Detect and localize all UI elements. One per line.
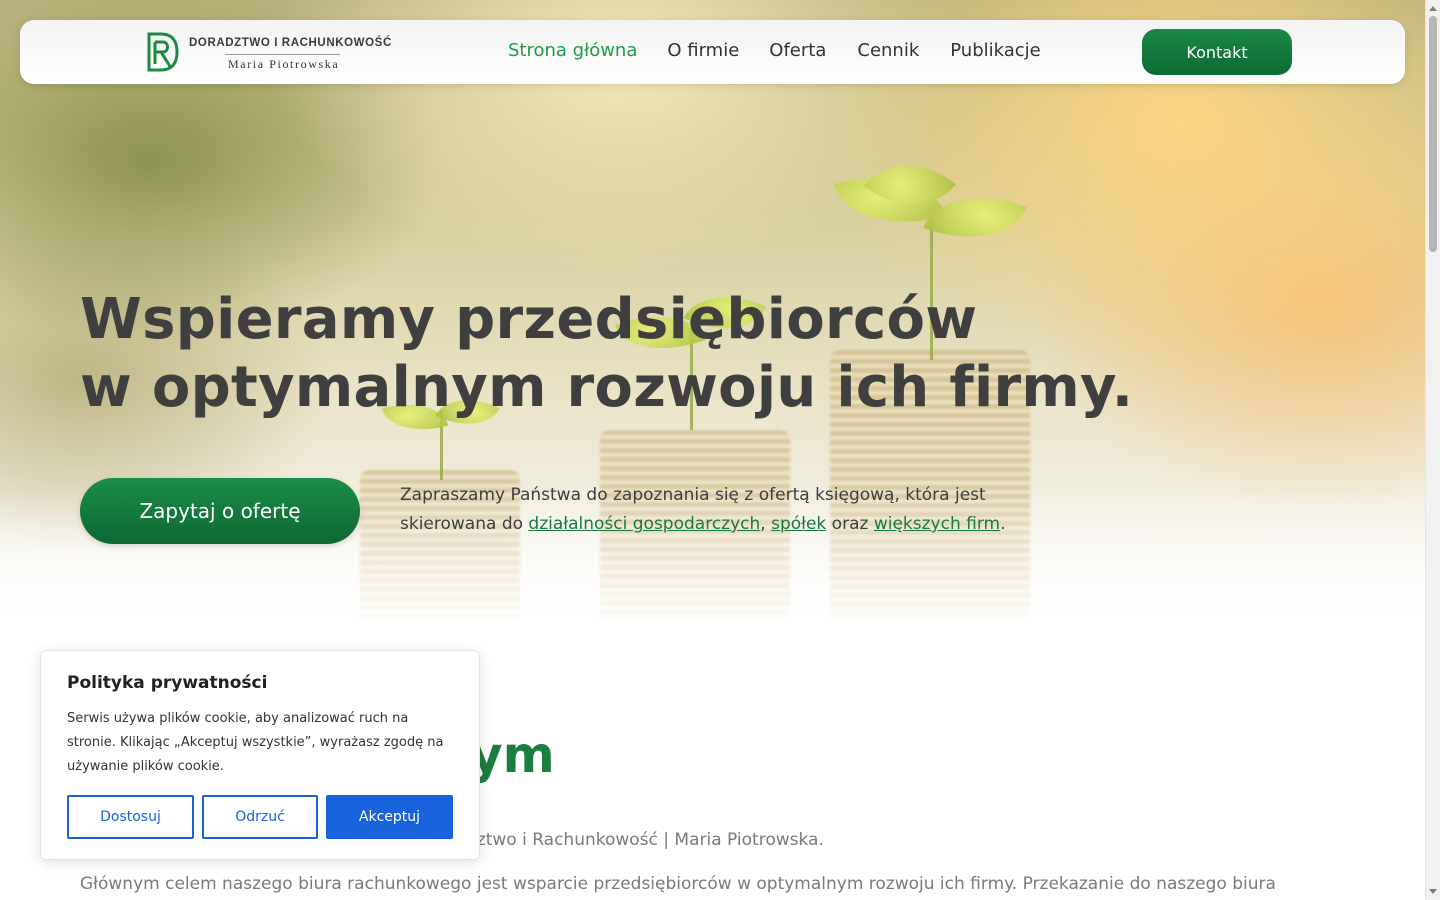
site-logo[interactable]: DORADZTWO I RACHUNKOWOŚĆ Maria Piotrowsk… <box>145 30 395 76</box>
cookie-reject-button[interactable]: Odrzuć <box>202 795 318 839</box>
logo-divider <box>225 54 340 55</box>
hero-title: Wspieramy przedsiębiorców w optymalnym r… <box>80 286 1133 422</box>
hero-desc-text: , <box>760 514 772 534</box>
logo-title: DORADZTWO I RACHUNKOWOŚĆ <box>189 37 392 49</box>
section-heading-text: ym <box>470 726 555 784</box>
page-scrollbar[interactable] <box>1425 0 1440 900</box>
hero-title-line: Wspieramy przedsiębiorców <box>80 287 978 352</box>
main-nav: Strona główna O firmie Oferta Cennik Pub… <box>508 40 1041 61</box>
nav-item-home[interactable]: Strona główna <box>508 40 637 61</box>
nav-item-about[interactable]: O firmie <box>667 40 739 61</box>
scroll-up-arrow-icon[interactable] <box>1429 6 1437 11</box>
cookie-customize-button[interactable]: Dostosuj <box>67 795 194 839</box>
link-larger-firms[interactable]: większych firm <box>874 514 1000 534</box>
cookie-text: Serwis używa plików cookie, aby analizow… <box>67 711 444 774</box>
link-companies[interactable]: spółek <box>771 514 826 534</box>
logo-subtitle: Maria Piotrowska <box>228 57 340 71</box>
hero-description: Zapraszamy Państwa do zapoznania się z o… <box>400 481 1020 539</box>
scrollbar-thumb[interactable] <box>1429 16 1437 252</box>
link-business-activities[interactable]: działalności gospodarczych <box>528 514 760 534</box>
cookie-title: Polityka prywatności <box>67 673 268 693</box>
site-header: DORADZTWO I RACHUNKOWOŚĆ Maria Piotrowsk… <box>20 20 1405 84</box>
nav-item-publications[interactable]: Publikacje <box>950 40 1040 61</box>
cookie-consent-popup: Polityka prywatności Serwis używa plików… <box>40 650 480 860</box>
contact-button[interactable]: Kontakt <box>1142 29 1292 75</box>
logo-mark-icon <box>147 32 179 72</box>
scroll-down-arrow-icon[interactable] <box>1429 889 1437 894</box>
hero-title-line: w optymalnym rozwoju ich firmy. <box>80 355 1134 420</box>
goal-paragraph: Głównym celem naszego biura rachunkowego… <box>80 874 1276 894</box>
nav-item-pricing[interactable]: Cennik <box>857 40 919 61</box>
intro-paragraph-text: dztwo i Rachunkowość | Maria Piotrowska. <box>466 830 824 850</box>
hero-desc-text: oraz <box>826 514 874 534</box>
hero-desc-text: . <box>1000 514 1006 534</box>
cookie-accept-button[interactable]: Akceptuj <box>326 795 453 839</box>
ask-offer-button[interactable]: Zapytaj o ofertę <box>80 478 360 544</box>
nav-item-offer[interactable]: Oferta <box>769 40 826 61</box>
